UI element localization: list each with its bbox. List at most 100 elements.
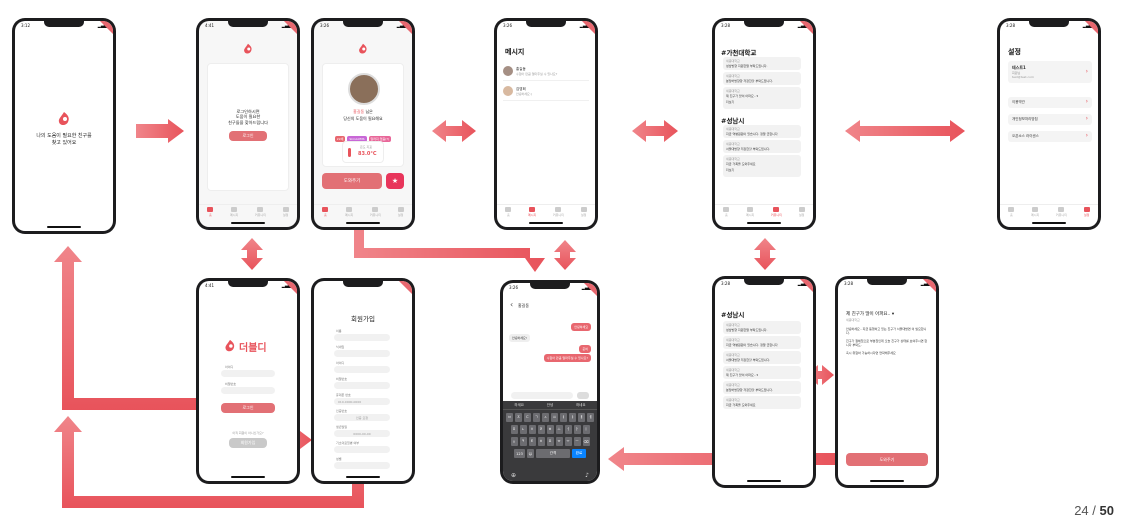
password-input[interactable] bbox=[334, 382, 390, 389]
tab-settings[interactable]: 설정 bbox=[798, 207, 805, 217]
tab-settings[interactable]: 설정 bbox=[580, 207, 587, 217]
key[interactable]: ㅈ bbox=[515, 413, 522, 422]
nickname-input[interactable] bbox=[334, 350, 390, 357]
key[interactable]: ㅐ bbox=[578, 413, 585, 422]
password-input[interactable] bbox=[221, 387, 275, 394]
post-card[interactable]: 세종대학교 지금 거폭을 도와주세요 bbox=[723, 396, 801, 409]
key[interactable]: ㅇ bbox=[528, 425, 536, 434]
condition-input[interactable] bbox=[334, 446, 390, 453]
done-key[interactable]: 완료 bbox=[572, 449, 586, 458]
post-card[interactable]: 세종대학교 제 친구가 많이 아파요.. ▾ 더보기 bbox=[723, 87, 801, 109]
tab-community[interactable]: 커뮤니티 bbox=[771, 207, 782, 217]
key[interactable]: ㅜ bbox=[564, 437, 572, 446]
settings-item-privacy[interactable]: 개인정보처리방침 › bbox=[1008, 114, 1092, 125]
mic-icon[interactable]: ♪ bbox=[585, 472, 589, 479]
key[interactable]: ㄹ bbox=[537, 425, 545, 434]
profile-item[interactable]: 테스트1 회원님 test@test.com › bbox=[1008, 61, 1092, 83]
tab-messages[interactable]: 메시지 bbox=[528, 207, 536, 217]
tab-home[interactable]: 홈 bbox=[1008, 207, 1015, 217]
id-input[interactable] bbox=[334, 366, 390, 373]
gender-input[interactable] bbox=[334, 462, 390, 469]
signup-button[interactable]: 회원가입 bbox=[229, 438, 267, 448]
tab-messages[interactable]: 메시지 bbox=[345, 207, 353, 217]
post-card[interactable]: 세종대학교 성남방향 지원한말 부탁드립니다. bbox=[723, 321, 801, 334]
birthdate-input[interactable]: 0000-00-00 bbox=[334, 430, 390, 437]
settings-item-terms[interactable]: 이용약관 › bbox=[1008, 97, 1092, 108]
key[interactable]: ㅡ bbox=[573, 437, 581, 446]
key[interactable]: ㅠ bbox=[555, 437, 563, 446]
settings-item-licenses[interactable]: 오픈소스 라이센스 › bbox=[1008, 131, 1092, 142]
tab-community[interactable]: 커뮤니티 bbox=[370, 207, 381, 217]
tab-home[interactable]: 홈 bbox=[207, 207, 214, 217]
tab-messages[interactable]: 메시지 bbox=[230, 207, 238, 217]
help-button[interactable]: 도와주기 bbox=[846, 453, 928, 466]
post-card[interactable]: 세종대학교 분당버방향향 저장한할 부탁드립니다. bbox=[723, 381, 801, 394]
tab-community[interactable]: 커뮤니티 bbox=[1056, 207, 1067, 217]
key[interactable]: ㅍ bbox=[546, 437, 554, 446]
post-card[interactable]: 세종대학교 지금 역병원원이 있습니다. 정말 급합니다 bbox=[723, 125, 801, 138]
post-card[interactable]: 세종대학교 서울대방향 저장한할 부탁드립니다. bbox=[723, 140, 801, 153]
key[interactable]: ㅂ bbox=[506, 413, 513, 422]
login-button[interactable]: 로그인 bbox=[229, 131, 267, 141]
key[interactable]: ㅎ bbox=[546, 425, 554, 434]
globe-icon[interactable]: ⊕ bbox=[511, 472, 516, 479]
tab-community[interactable]: 커뮤니티 bbox=[553, 207, 564, 217]
key[interactable]: ㅔ bbox=[587, 413, 594, 422]
post-card[interactable]: 세종대학교 서울대방향 저장한할 부탁드립니다. bbox=[723, 351, 801, 364]
shift-key[interactable]: ⇧ bbox=[510, 437, 518, 446]
tab-home[interactable]: 홈 bbox=[505, 207, 512, 217]
phone-input[interactable]: 010-0000-0000 bbox=[334, 398, 390, 405]
post-card[interactable]: 세종대학교 제 친구가 많이 아파요.. ▾ bbox=[723, 366, 801, 379]
key[interactable]: ㅅ bbox=[542, 413, 549, 422]
key[interactable]: ㄱ bbox=[533, 413, 540, 422]
app-logo-icon bbox=[359, 43, 367, 54]
tab-settings[interactable]: 설정 bbox=[282, 207, 289, 217]
candidate-word[interactable]: 하세요 bbox=[514, 403, 524, 408]
post-card[interactable]: 세종대학교 성남방향 지원한말 부탁드립니다. bbox=[723, 57, 801, 70]
key[interactable]: ㅛ bbox=[551, 413, 558, 422]
number-key[interactable]: 123 bbox=[514, 449, 525, 458]
key[interactable]: ㅁ bbox=[510, 425, 518, 434]
backspace-key[interactable]: ⌫ bbox=[582, 437, 590, 446]
more-link[interactable]: 더보기 bbox=[726, 168, 798, 172]
tab-messages[interactable]: 메시지 bbox=[1031, 207, 1039, 217]
tab-settings[interactable]: 설정 bbox=[1083, 207, 1090, 217]
name-input[interactable] bbox=[334, 334, 390, 341]
key[interactable]: ㅑ bbox=[569, 413, 576, 422]
post-card[interactable]: 세종대학교 분당버방향향 저장한할 부탁드립니다. bbox=[723, 72, 801, 85]
key[interactable]: ㄴ bbox=[519, 425, 527, 434]
back-icon[interactable]: ‹ bbox=[510, 300, 513, 309]
more-link[interactable]: 더보기 bbox=[726, 100, 798, 104]
key[interactable]: ㅣ bbox=[582, 425, 590, 434]
chat-list-item[interactable]: 김영희 안녕하세요:) bbox=[503, 83, 589, 101]
key[interactable]: ㅏ bbox=[573, 425, 581, 434]
key[interactable]: ㅌ bbox=[528, 437, 536, 446]
tab-messages[interactable]: 메시지 bbox=[746, 207, 754, 217]
key[interactable]: ㄷ bbox=[524, 413, 531, 422]
key[interactable]: ㅊ bbox=[537, 437, 545, 446]
favorite-button[interactable]: ★ bbox=[386, 173, 404, 189]
keyboard: 하세요 안녕 하네요 ㅂㅈㄷㄱㅅㅛㅕㅑㅐㅔ ㅁㄴㅇㄹㅎㅗㅓㅏㅣ ⇧ ㅋㅌㅊㅍㅠㅜㅡ… bbox=[503, 401, 597, 481]
login-button[interactable]: 로그인 bbox=[221, 403, 275, 413]
chat-list-item[interactable]: 홍길동 수험아 만큼 얼마주실 수 있나요? bbox=[503, 63, 589, 81]
post-card[interactable]: 세종대학교 지금 거폭을 도와주세요 더보기 bbox=[723, 155, 801, 177]
send-button[interactable] bbox=[577, 392, 589, 399]
tab-home[interactable]: 홈 bbox=[322, 207, 329, 217]
key[interactable]: ㅗ bbox=[555, 425, 563, 434]
id-input[interactable] bbox=[221, 370, 275, 377]
help-button[interactable]: 도와주기 bbox=[322, 173, 382, 189]
emoji-key[interactable]: ☺ bbox=[527, 449, 534, 458]
home-indicator bbox=[346, 222, 380, 224]
candidate-word[interactable]: 안녕 bbox=[547, 403, 553, 408]
message-input[interactable] bbox=[511, 392, 573, 399]
candidate-word[interactable]: 하네요 bbox=[576, 403, 586, 408]
tab-home[interactable]: 홈 bbox=[723, 207, 730, 217]
tab-community[interactable]: 커뮤니티 bbox=[255, 207, 266, 217]
key[interactable]: ㅕ bbox=[560, 413, 567, 422]
tab-settings[interactable]: 설정 bbox=[397, 207, 404, 217]
verification-request-button[interactable]: 인증 요청 bbox=[334, 414, 390, 421]
key[interactable]: ㅋ bbox=[519, 437, 527, 446]
space-key[interactable]: 간격 bbox=[536, 449, 570, 458]
key[interactable]: ㅓ bbox=[564, 425, 572, 434]
post-card[interactable]: 세종대학교 지금 역병원원이 있습니다. 정말 급합니다 bbox=[723, 336, 801, 349]
